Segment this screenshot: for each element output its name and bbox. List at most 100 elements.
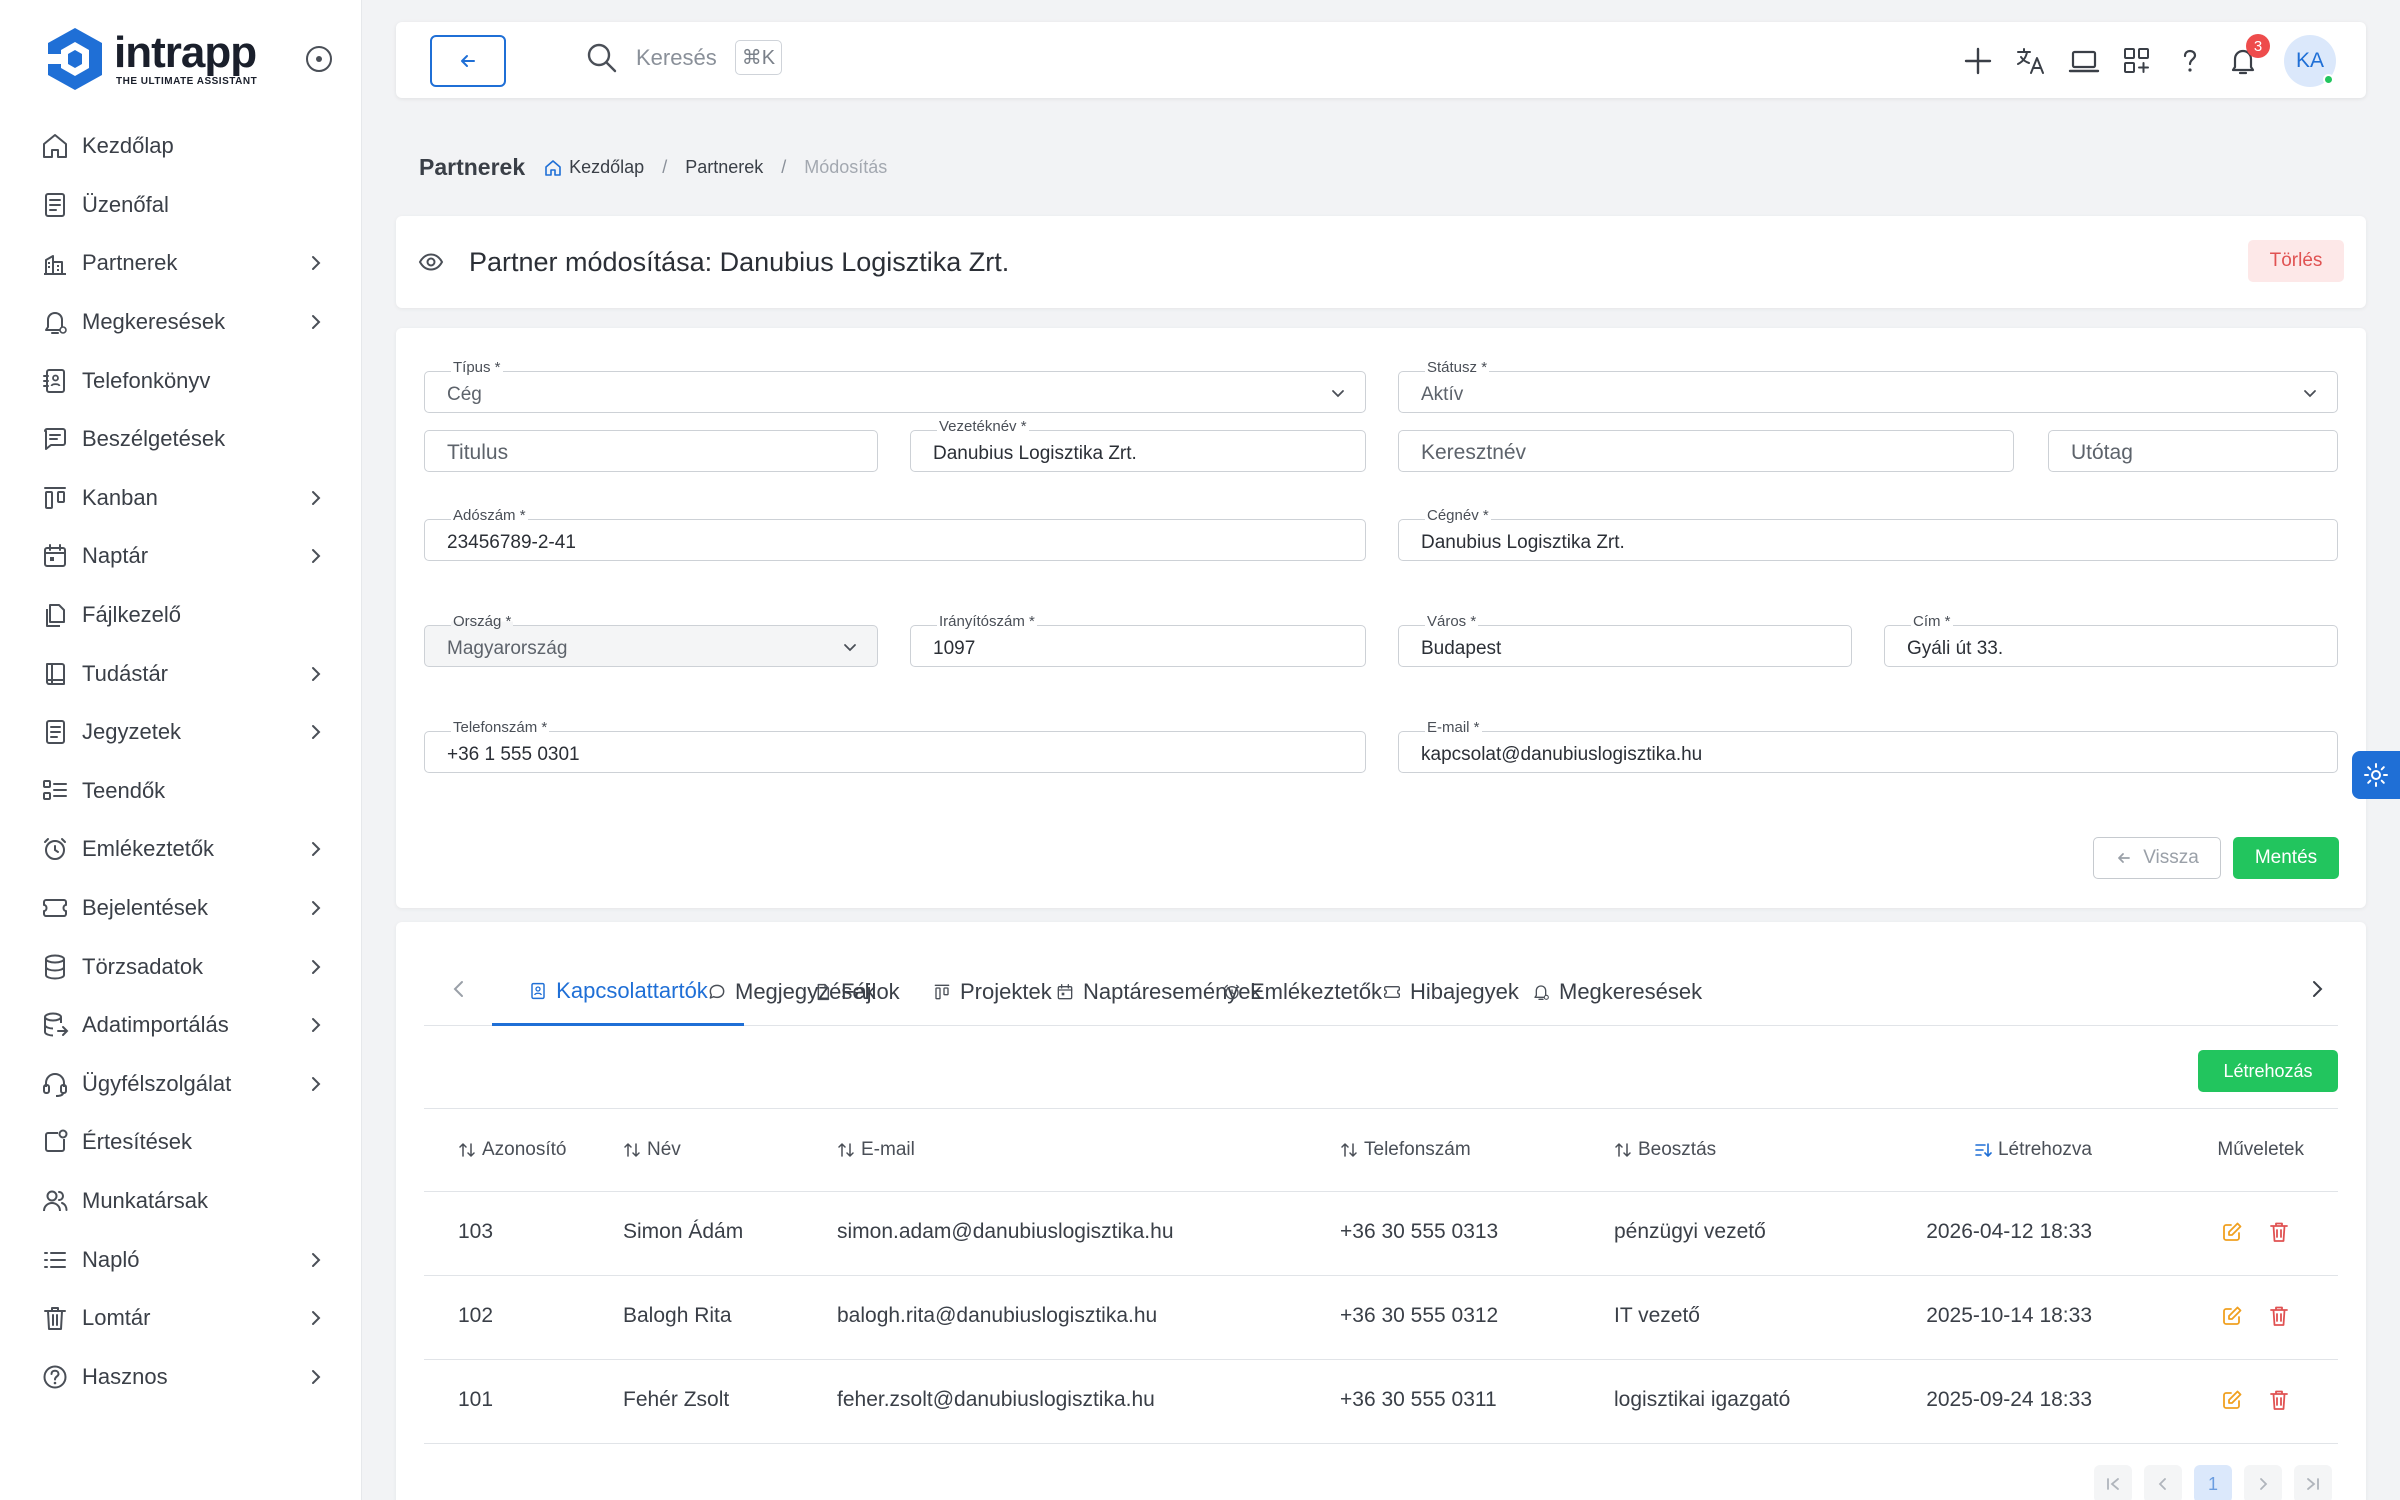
breadcrumb-partners-link[interactable]: Partnerek	[685, 157, 763, 178]
delete-button[interactable]: Törlés	[2248, 240, 2344, 282]
sidebar-item[interactable]: Naptár	[0, 527, 362, 586]
sidebar-item-label: Adatimportálás	[82, 1012, 229, 1038]
column-header[interactable]: Név	[623, 1139, 681, 1161]
breadcrumb-home-link[interactable]: Kezdőlap	[569, 157, 644, 178]
eye-icon[interactable]	[418, 249, 444, 275]
column-header[interactable]: Telefonszám	[1340, 1139, 1471, 1161]
trash-icon[interactable]	[2267, 1220, 2291, 1244]
tab[interactable]: Fájlok	[813, 958, 900, 1026]
country-select[interactable]: Ország * Magyarország	[424, 613, 878, 667]
sidebar-item[interactable]: Jegyzetek	[0, 703, 362, 762]
sidebar-item[interactable]: Beszélgetések	[0, 410, 362, 469]
last-page-button[interactable]	[2294, 1465, 2332, 1500]
first-name-field[interactable]: Keresztnév	[1398, 430, 2014, 472]
sidebar-item[interactable]: Kanban	[0, 469, 362, 528]
help-button[interactable]	[2173, 44, 2207, 78]
avatar-initials: KA	[2295, 49, 2324, 72]
status-select[interactable]: Státusz * Aktív	[1398, 359, 2338, 413]
back-form-button[interactable]: Vissza	[2093, 837, 2221, 879]
kanban-icon	[934, 984, 950, 1000]
phonebook-icon	[43, 368, 65, 393]
cell-name: Balogh Rita	[623, 1304, 732, 1327]
column-header[interactable]: Beosztás	[1614, 1139, 1716, 1161]
type-select[interactable]: Típus * Cég	[424, 359, 1366, 413]
column-header[interactable]: Azonosító	[458, 1139, 567, 1161]
user-avatar[interactable]: KA	[2284, 35, 2336, 87]
sidebar-item[interactable]: Teendők	[0, 762, 362, 821]
translate-icon	[2017, 48, 2044, 74]
city-field[interactable]: Város * Budapest	[1398, 613, 1852, 667]
tab[interactable]: Megkeresések	[1531, 958, 1702, 1026]
sidebar-item[interactable]: Értesítések	[0, 1113, 362, 1172]
chevron-left-icon[interactable]	[448, 978, 470, 1000]
zip-field[interactable]: Irányítószám * 1097	[910, 613, 1366, 667]
sidebar-item[interactable]: Lomtár	[0, 1289, 362, 1348]
table-row: 101 Fehér Zsolt feher.zsolt@danubiuslogisz…	[424, 1360, 2338, 1444]
sidebar-collapse-toggle[interactable]	[306, 46, 332, 72]
page-button-current[interactable]: 1	[2194, 1465, 2232, 1500]
column-header[interactable]: Létrehozva	[1974, 1139, 2092, 1161]
next-page-button[interactable]	[2244, 1465, 2282, 1500]
first-page-icon	[2107, 1478, 2119, 1490]
tab-label: Megkeresések	[1559, 979, 1703, 1004]
sidebar-item[interactable]: Kezdőlap	[0, 117, 362, 176]
sidebar-item[interactable]: Bejelentések	[0, 879, 362, 938]
search-trigger[interactable]: Keresés ⌘K	[586, 40, 783, 75]
sidebar-item[interactable]: Fájlkezelő	[0, 586, 362, 645]
tab[interactable]: Projektek	[932, 958, 1052, 1026]
sidebar-nav: Kezdőlap Üzenőfal Partnerek Megkeresések Tel…	[0, 117, 362, 1406]
first-page-button[interactable]	[2094, 1465, 2132, 1500]
last-name-field[interactable]: Vezetéknév * Danubius Logisztika Zrt.	[910, 418, 1366, 472]
create-contact-button[interactable]: Létrehozás	[2198, 1050, 2338, 1092]
todo-list-icon	[43, 779, 67, 800]
tax-number-field[interactable]: Adószám * 23456789-2-41	[424, 507, 1366, 561]
sidebar-item-label: Teendők	[82, 777, 166, 803]
address-field[interactable]: Cím * Gyáli út 33.	[1884, 613, 2338, 667]
page-title: Partner módosítása: Danubius Logisztika …	[469, 247, 1010, 277]
sidebar-item[interactable]: Törzsadatok	[0, 937, 362, 996]
breadcrumb-separator: /	[662, 157, 668, 177]
sidebar-item[interactable]: Tudástár	[0, 644, 362, 703]
chevron-right-icon[interactable]	[2306, 978, 2328, 1000]
edit-icon[interactable]	[2220, 1304, 2244, 1328]
trash-icon[interactable]	[2267, 1304, 2291, 1328]
company-name-field[interactable]: Cégnév * Danubius Logisztika Zrt.	[1398, 507, 2338, 561]
sort-icon	[1615, 1143, 1631, 1157]
prev-page-button[interactable]	[2144, 1465, 2182, 1500]
sidebar-item[interactable]: Hasznos	[0, 1347, 362, 1406]
contact-icon	[531, 982, 545, 999]
settings-drawer-button[interactable]	[2352, 751, 2400, 799]
suffix-field[interactable]: Utótag	[2048, 430, 2338, 472]
back-button[interactable]	[430, 35, 506, 87]
company-name-label: Cégnév *	[1425, 507, 1491, 524]
sidebar-item[interactable]: Munkatársak	[0, 1172, 362, 1231]
sidebar-item[interactable]: Üzenőfal	[0, 176, 362, 235]
edit-icon[interactable]	[2220, 1388, 2244, 1412]
phone-field[interactable]: Telefonszám * +36 1 555 0301	[424, 719, 1366, 773]
column-header[interactable]: E-mail	[837, 1139, 915, 1161]
email-field[interactable]: E-mail * kapcsolat@danubiuslogisztika.hu	[1398, 719, 2338, 773]
notifications-button[interactable]: 3	[2226, 34, 2270, 78]
sidebar-item-label: Kezdőlap	[82, 133, 174, 159]
sidebar-item[interactable]: Napló	[0, 1230, 362, 1289]
tab[interactable]: Emlékeztetők	[1222, 958, 1382, 1026]
sidebar-item[interactable]: Megkeresések	[0, 293, 362, 352]
notification-count-badge: 3	[2246, 34, 2270, 58]
sidebar-item[interactable]: Adatimportálás	[0, 996, 362, 1055]
sidebar-item[interactable]: Telefonkönyv	[0, 351, 362, 410]
add-button[interactable]	[1961, 44, 1995, 78]
language-button[interactable]	[2014, 44, 2048, 78]
title-field[interactable]: Titulus	[424, 430, 878, 472]
chevron-down-icon	[1332, 390, 1344, 398]
sidebar-item[interactable]: Ügyfélszolgálat	[0, 1055, 362, 1114]
tab[interactable]: Hibajegyek	[1382, 958, 1519, 1026]
sidebar-item[interactable]: Emlékeztetők	[0, 820, 362, 879]
logo[interactable]: intrapp THE ULTIMATE ASSISTANT	[42, 26, 257, 92]
sidebar-item[interactable]: Partnerek	[0, 234, 362, 293]
trash-icon[interactable]	[2267, 1388, 2291, 1412]
save-button[interactable]: Mentés	[2233, 837, 2339, 879]
apps-button[interactable]	[2120, 44, 2154, 78]
device-button[interactable]	[2067, 44, 2101, 78]
edit-icon[interactable]	[2220, 1220, 2244, 1244]
ticket-icon	[43, 899, 67, 918]
